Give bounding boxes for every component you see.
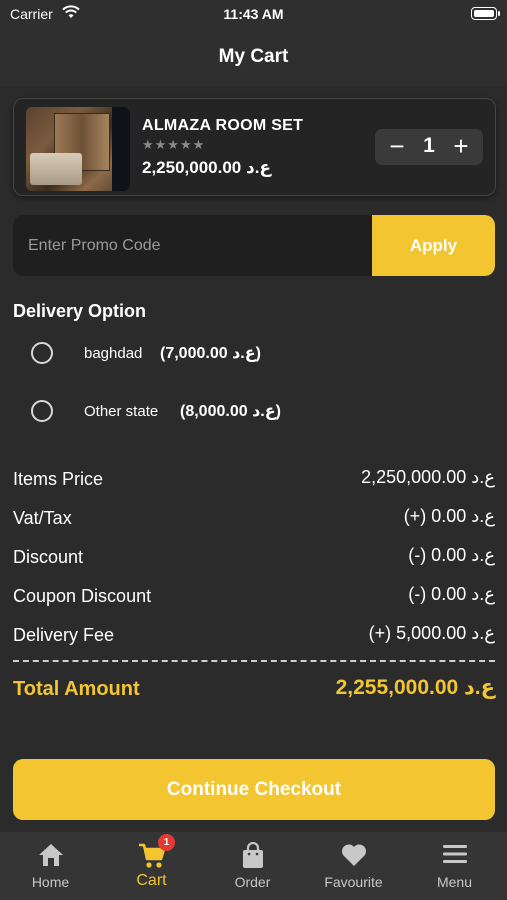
total-amount-value: 2,255,000.00 ع.د	[335, 676, 495, 699]
discount-value: (-) 0.00 ع.د	[408, 545, 495, 565]
nav-header: My Cart	[0, 28, 507, 86]
coupon-discount-value: (-) 0.00 ع.د	[408, 584, 495, 604]
promo-code-bar: Apply	[13, 215, 495, 276]
product-name[interactable]: ALMAZA ROOM SET	[142, 117, 303, 135]
quantity-value: 1	[423, 134, 435, 157]
items-price-row: Items Price 2,250,000.00 ع.د	[13, 467, 495, 491]
cart-item-card[interactable]: ALMAZA ROOM SET ★★★★★ 2,250,000.00 ع.د −…	[13, 98, 496, 196]
radio-button[interactable]	[31, 400, 53, 422]
vat-row: Vat/Tax (+) 0.00 ع.د	[13, 506, 495, 530]
product-image-bed	[30, 153, 82, 185]
delivery-option-heading: Delivery Option	[13, 301, 147, 321]
discount-row: Discount (-) 0.00 ع.د	[13, 545, 495, 569]
product-image[interactable]	[26, 107, 130, 191]
coupon-discount-label: Coupon Discount	[13, 586, 152, 606]
home-icon	[0, 842, 101, 870]
page-title: My Cart	[218, 46, 289, 67]
tab-cart[interactable]: 1 Cart	[101, 832, 202, 900]
tab-menu[interactable]: Menu	[404, 832, 505, 900]
coupon-discount-row: Coupon Discount (-) 0.00 ع.د	[13, 584, 495, 608]
promo-code-input[interactable]	[13, 215, 372, 276]
delivery-option-fee: (8,000.00 ع.د)	[180, 403, 281, 420]
total-amount-label: Total Amount	[13, 678, 140, 700]
radio-button[interactable]	[31, 342, 53, 364]
tab-favourite-label: Favourite	[324, 874, 383, 890]
clock: 11:43 AM	[223, 6, 284, 22]
tab-order-label: Order	[234, 874, 271, 890]
tab-home[interactable]: Home	[0, 832, 101, 900]
summary-divider	[13, 660, 495, 662]
battery-icon	[471, 7, 500, 20]
quantity-stepper: − 1 +	[375, 129, 483, 165]
items-price-label: Items Price	[13, 469, 104, 489]
increase-quantity-button[interactable]: +	[447, 131, 475, 163]
delivery-option-label: baghdad	[84, 345, 143, 362]
vat-value: (+) 0.00 ع.د	[403, 506, 495, 526]
decrease-quantity-button[interactable]: −	[383, 131, 411, 163]
product-image-edge	[112, 107, 130, 191]
items-price-value: 2,250,000.00 ع.د	[361, 467, 495, 487]
apply-promo-button[interactable]: Apply	[372, 215, 495, 276]
delivery-fee-row: Delivery Fee (+) 5,000.00 ع.د	[13, 623, 495, 647]
bottom-tab-bar: Home 1 Cart Order Favourite Menu	[0, 832, 507, 900]
tab-menu-label: Menu	[436, 874, 473, 890]
delivery-option-fee: (7,000.00 ع.د)	[160, 345, 261, 362]
tab-home-label: Home	[31, 874, 70, 890]
vat-label: Vat/Tax	[13, 508, 72, 528]
cart-icon	[101, 842, 202, 870]
cart-count-badge: 1	[158, 834, 175, 851]
status-bar: Carrier 11:43 AM	[0, 0, 507, 28]
tab-favourite[interactable]: Favourite	[303, 832, 404, 900]
tab-order[interactable]: Order	[202, 832, 303, 900]
heart-icon	[303, 842, 404, 870]
delivery-option-label: Other state	[84, 403, 159, 420]
shopping-bag-icon	[202, 841, 303, 870]
product-price: 2,250,000.00 ع.د	[142, 158, 272, 177]
delivery-fee-value: (+) 5,000.00 ع.د	[368, 623, 495, 643]
continue-checkout-button[interactable]: Continue Checkout	[13, 759, 495, 820]
discount-label: Discount	[13, 547, 84, 567]
menu-icon	[404, 842, 505, 870]
tab-cart-label: Cart	[136, 872, 167, 889]
delivery-fee-label: Delivery Fee	[13, 625, 115, 645]
app-root: Carrier 11:43 AM My Cart ALMAZA ROOM SET…	[0, 0, 507, 900]
star-rating-icon: ★★★★★	[142, 137, 206, 152]
